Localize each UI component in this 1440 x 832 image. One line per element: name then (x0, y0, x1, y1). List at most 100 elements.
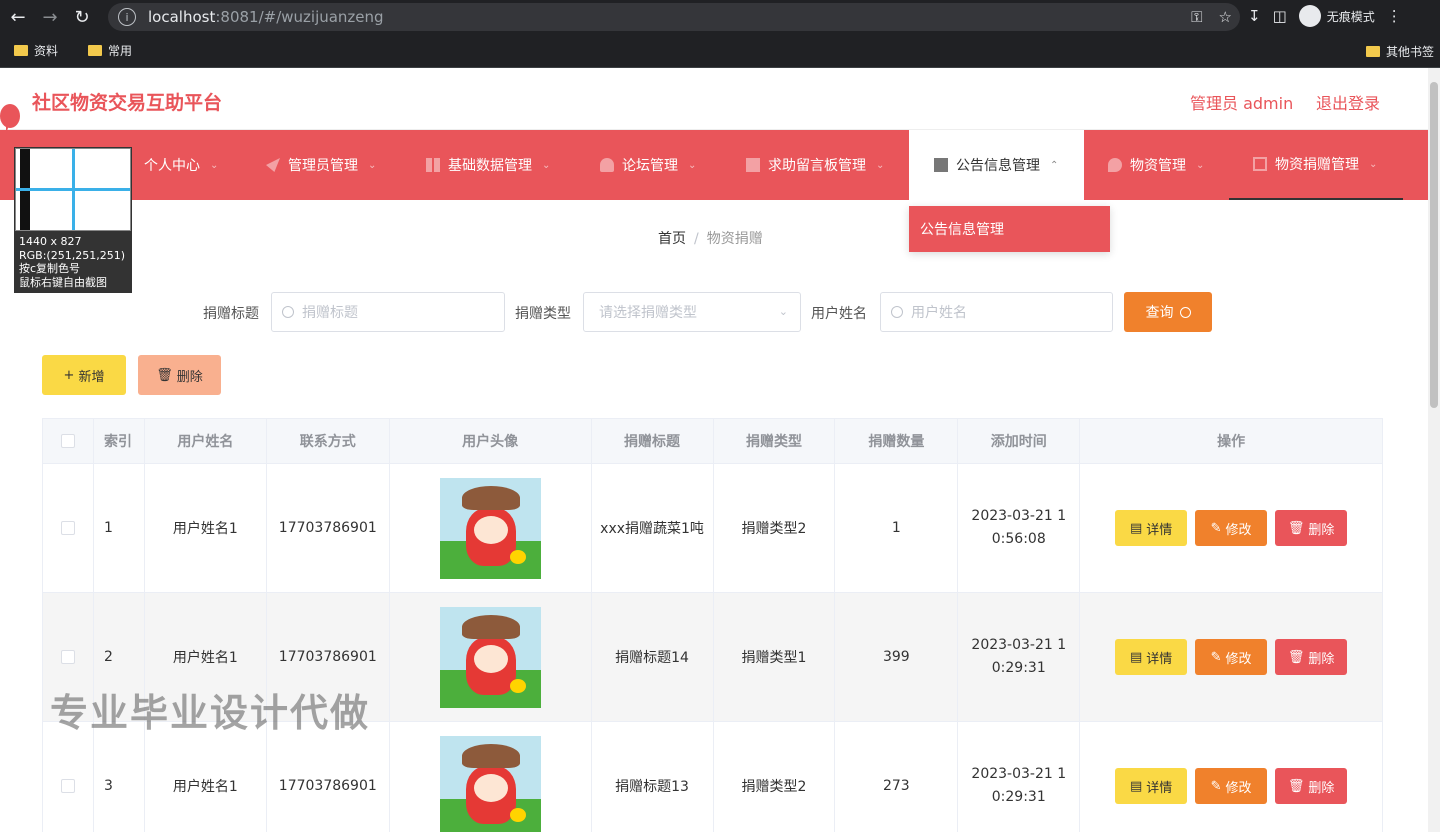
bookmark-folder-1[interactable]: 资料 (14, 42, 58, 59)
key-icon[interactable]: ⚿ (1191, 8, 1202, 26)
header-cell[interactable]: 捐赠数量 (835, 419, 959, 463)
site-info-icon[interactable]: i (118, 8, 136, 26)
phone-cell: 17703786901 (267, 464, 390, 592)
batch-delete-button[interactable]: 🗑 删除 (138, 355, 221, 395)
type-select[interactable]: 请选择捐赠类型 ⌄ (583, 292, 801, 332)
browser-toolbar: ← → ↻ i localhost:8081/#/wuzijuanzeng ⚿ … (0, 0, 1440, 34)
bookmark-label: 资料 (34, 44, 59, 58)
detail-icon: ▤ (1129, 649, 1143, 665)
table-row: 3 用户姓名1 17703786901 捐赠标题13 捐赠类型2 273 202… (43, 722, 1383, 832)
bookmark-folder-2[interactable]: 常用 (88, 42, 132, 59)
nav-personal-center[interactable]: 个人中心 ⌄ (144, 130, 218, 200)
ops-cell: ▤ 详情 ✎ 修改 🗑 删除 (1080, 593, 1383, 721)
edit-button[interactable]: ✎ 修改 (1195, 510, 1268, 546)
query-label: 查询 (1145, 305, 1174, 321)
nav-label: 论坛管理 (622, 158, 678, 174)
avatar (439, 606, 541, 708)
sidepanel-icon[interactable]: ◫ (1273, 7, 1287, 25)
delete-label: 删除 (1308, 651, 1335, 667)
detail-button[interactable]: ▤ 详情 (1115, 768, 1188, 804)
edit-icon: ✎ (1210, 520, 1222, 536)
delete-button[interactable]: 🗑 删除 (1275, 768, 1348, 804)
qty-cell: 273 (835, 722, 959, 832)
header-cell[interactable]: 用户姓名 (145, 419, 267, 463)
edit-button[interactable]: ✎ 修改 (1195, 768, 1268, 804)
bookmarks-bar: 资料 常用 其他书签 (0, 34, 1440, 68)
qty-cell: 1 (835, 464, 959, 592)
user-placeholder: 用户姓名 (911, 305, 967, 321)
incognito-badge[interactable]: 无痕模式 (1298, 5, 1375, 27)
trash-icon: 🗑 (1287, 520, 1305, 536)
name-cell: 用户姓名1 (145, 722, 267, 832)
url-text[interactable]: localhost:8081/#/wuzijuanzeng (148, 8, 384, 26)
edit-label: 修改 (1225, 780, 1252, 796)
nav-admin-manage[interactable]: 管理员管理 ⌄ (266, 130, 376, 200)
header-cell: 操作 (1080, 419, 1383, 463)
detail-button[interactable]: ▤ 详情 (1115, 510, 1188, 546)
nav-basic-data[interactable]: 基础数据管理 ⌄ (426, 130, 550, 200)
avatar-cell (390, 593, 592, 721)
user-icon (600, 158, 614, 172)
nav-label: 求助留言板管理 (768, 158, 866, 174)
edit-icon: ✎ (1210, 778, 1222, 794)
download-icon[interactable]: ↧ (1248, 7, 1261, 25)
title-search-input[interactable]: 捐赠标题 (271, 292, 505, 332)
delete-label: 删除 (1308, 780, 1335, 796)
incognito-label: 无痕模式 (1326, 9, 1375, 24)
select-all-cell (43, 419, 94, 463)
select-all-checkbox[interactable] (60, 434, 75, 448)
back-icon[interactable]: ← (4, 3, 32, 31)
breadcrumb-current: 物资捐赠 (706, 231, 763, 247)
nav-label: 物资管理 (1130, 158, 1186, 174)
color-picker-overlay: 1440 x 827 RGB:(251,251,251) 按c复制色号 鼠标右键… (14, 147, 132, 293)
user-label: 用户姓名 (811, 306, 867, 322)
nav-help-board[interactable]: 求助留言板管理 ⌄ (746, 130, 884, 200)
grid-icon (426, 158, 440, 172)
scrollbar-thumb[interactable] (1430, 82, 1438, 408)
site-title: 社区物资交易互助平台 (32, 92, 223, 114)
ops-cell: ▤ 详情 ✎ 修改 🗑 删除 (1080, 722, 1383, 832)
nav-label: 基础数据管理 (448, 158, 532, 174)
menu-icon[interactable]: ⋮ (1387, 7, 1402, 25)
header-cell[interactable]: 用户头像 (390, 419, 592, 463)
logout-link[interactable]: 退出登录 (1316, 90, 1380, 114)
edit-button[interactable]: ✎ 修改 (1195, 639, 1268, 675)
header-cell[interactable]: 添加时间 (958, 419, 1081, 463)
folder-icon (88, 45, 103, 56)
header-cell[interactable]: 联系方式 (267, 419, 390, 463)
header-cell[interactable]: 捐赠类型 (714, 419, 836, 463)
date-cell: 2023-03-21 1 0:29:31 (958, 722, 1081, 832)
trash-icon: 🗑 (1287, 778, 1305, 794)
row-checkbox[interactable] (60, 521, 75, 535)
detail-icon: ▤ (1129, 778, 1143, 794)
chevron-down-icon: ⌄ (876, 159, 885, 171)
nav-donation-manage[interactable]: 物资捐赠管理 ⌄ (1229, 130, 1403, 200)
row-checkbox[interactable] (60, 779, 75, 793)
breadcrumb-home[interactable]: 首页 (658, 231, 686, 247)
row-checkbox[interactable] (60, 650, 75, 664)
query-button[interactable]: 查询 (1124, 292, 1212, 332)
address-bar[interactable]: i localhost:8081/#/wuzijuanzeng ⚿ ☆ (108, 3, 1240, 31)
user-search-input[interactable]: 用户姓名 (880, 292, 1113, 332)
nav-forum[interactable]: 论坛管理 ⌄ (600, 130, 696, 200)
header-cell[interactable]: 捐赠标题 (592, 419, 714, 463)
location-icon (1108, 158, 1122, 172)
forward-icon[interactable]: → (36, 3, 64, 31)
nav-goods-manage[interactable]: 物资管理 ⌄ (1108, 130, 1204, 200)
delete-button[interactable]: 🗑 删除 (1275, 639, 1348, 675)
add-button[interactable]: + 新增 (42, 355, 126, 395)
notice-dropdown-item[interactable]: 公告信息管理 (909, 206, 1110, 252)
detail-button[interactable]: ▤ 详情 (1115, 639, 1188, 675)
other-bookmarks[interactable]: 其他书签 (1365, 43, 1434, 60)
page-scrollbar[interactable] (1428, 68, 1440, 832)
header-cell[interactable]: 索引 (94, 419, 145, 463)
admin-user[interactable]: 管理员 admin (1190, 90, 1293, 114)
nav-notice-manage[interactable]: 公告信息管理 ⌃ (909, 130, 1084, 200)
title-cell: 捐赠标题14 (592, 593, 714, 721)
delete-button[interactable]: 🗑 删除 (1275, 510, 1348, 546)
nav-label: 管理员管理 (288, 158, 358, 174)
reload-icon[interactable]: ↻ (68, 3, 96, 31)
date-line-2: 0:29:31 (991, 660, 1046, 676)
star-icon[interactable]: ☆ (1219, 8, 1232, 26)
date-line-1: 2023-03-21 1 (971, 766, 1067, 782)
